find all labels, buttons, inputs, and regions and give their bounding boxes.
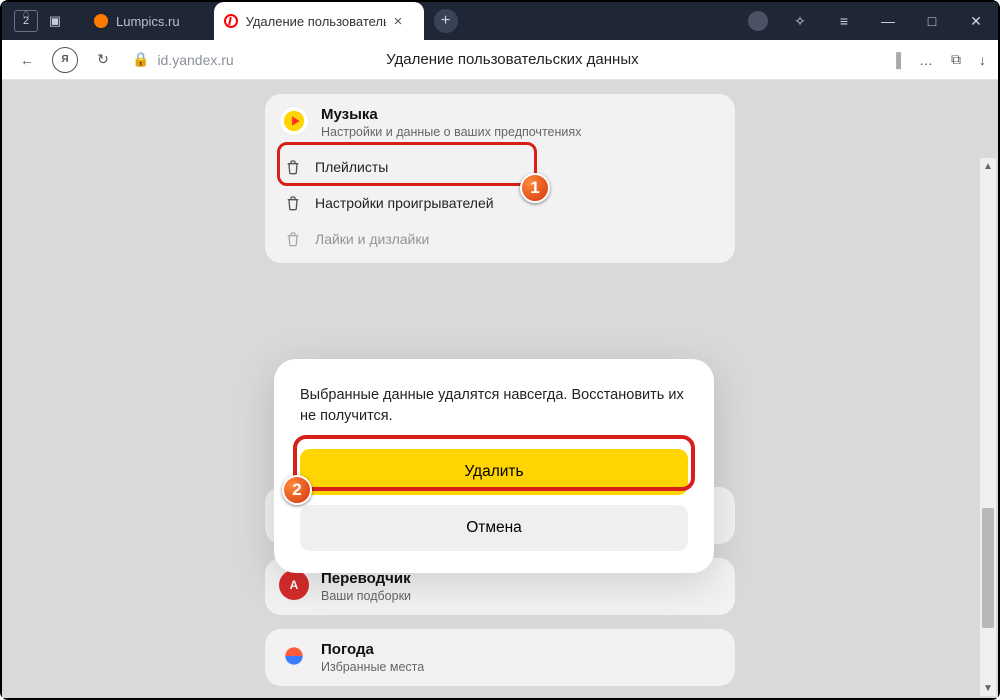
profile-avatar-icon[interactable] <box>748 11 768 31</box>
downloads-icon[interactable]: ↓ <box>979 52 986 68</box>
vertical-scrollbar[interactable]: ▲ ▼ <box>980 158 996 696</box>
data-row-player-settings[interactable]: Настройки проигрывателей <box>279 185 721 221</box>
address-bar[interactable]: 🔒 id.yandex.ru <box>132 51 234 68</box>
scroll-up-icon[interactable]: ▲ <box>980 158 996 174</box>
new-window-icon[interactable]: ▣ <box>44 10 66 32</box>
window-minimize-button[interactable]: — <box>866 2 910 40</box>
home-button[interactable]: 2 <box>14 10 38 32</box>
reload-button[interactable]: ↻ <box>90 47 116 73</box>
menu-icon[interactable]: ≡ <box>822 2 866 40</box>
more-button[interactable]: … <box>919 52 933 68</box>
new-tab-button[interactable]: + <box>434 9 458 33</box>
data-row-likes[interactable]: Лайки и дизлайки <box>279 221 721 257</box>
scroll-down-icon[interactable]: ▼ <box>980 680 996 696</box>
service-title: Погода <box>321 641 424 658</box>
extensions-icon[interactable]: ⧉ <box>951 51 961 68</box>
page-viewport: Музыка Настройки и данные о ваших предпо… <box>2 80 998 698</box>
callout-badge-1: 1 <box>520 173 550 203</box>
tab-label: Удаление пользователь <box>246 14 386 29</box>
callout-badge-2: 2 <box>282 475 312 505</box>
dialog-message: Выбранные данные удалятся навсегда. Восс… <box>300 385 688 427</box>
bookmark-icon[interactable]: ▐ <box>891 52 901 68</box>
browser-toolbar: ← Я ↻ 🔒 id.yandex.ru Удаление пользовате… <box>2 40 998 80</box>
window-close-button[interactable]: ✕ <box>954 2 998 40</box>
site-info-button[interactable]: Я <box>52 47 78 73</box>
tab-active-yandex[interactable]: Удаление пользователь × <box>214 2 424 40</box>
tab-close-icon[interactable]: × <box>394 13 403 30</box>
window-titlebar: 2 ▣ Lumpics.ru Удаление пользователь × +… <box>2 2 998 40</box>
favicon-yandex-icon <box>224 14 238 28</box>
music-icon <box>279 106 309 136</box>
delete-button[interactable]: Удалить <box>300 449 688 495</box>
row-label: Настройки проигрывателей <box>315 195 494 211</box>
confirm-delete-dialog: Выбранные данные удалятся навсегда. Восс… <box>274 359 714 573</box>
lock-icon: 🔒 <box>132 51 149 68</box>
favorites-icon[interactable]: ✧ <box>778 2 822 40</box>
weather-icon <box>279 641 309 671</box>
cancel-button[interactable]: Отмена <box>300 505 688 551</box>
service-subtitle: Ваши подборки <box>321 589 411 603</box>
trash-icon <box>285 195 301 211</box>
data-row-playlists[interactable]: Плейлисты <box>279 149 721 185</box>
service-subtitle: Настройки и данные о ваших предпочтениях <box>321 125 581 139</box>
favicon-lumpics-icon <box>94 14 108 28</box>
translator-icon <box>279 570 309 600</box>
trash-icon <box>285 231 301 247</box>
row-label: Лайки и дизлайки <box>315 231 429 247</box>
tab-label: Lumpics.ru <box>116 14 180 29</box>
service-title: Музыка <box>321 106 581 123</box>
back-button[interactable]: ← <box>14 47 40 73</box>
scroll-thumb[interactable] <box>982 508 994 628</box>
service-subtitle: Избранные места <box>321 660 424 674</box>
service-card-weather[interactable]: Погода Избранные места <box>265 629 735 686</box>
trash-icon <box>285 159 301 175</box>
page-title: Удаление пользовательских данных <box>246 51 879 68</box>
window-maximize-button[interactable]: □ <box>910 2 954 40</box>
tab-inactive-lumpics[interactable]: Lumpics.ru <box>94 14 180 29</box>
row-label: Плейлисты <box>315 159 388 175</box>
url-text: id.yandex.ru <box>157 52 233 68</box>
service-card-music: Музыка Настройки и данные о ваших предпо… <box>265 94 735 263</box>
